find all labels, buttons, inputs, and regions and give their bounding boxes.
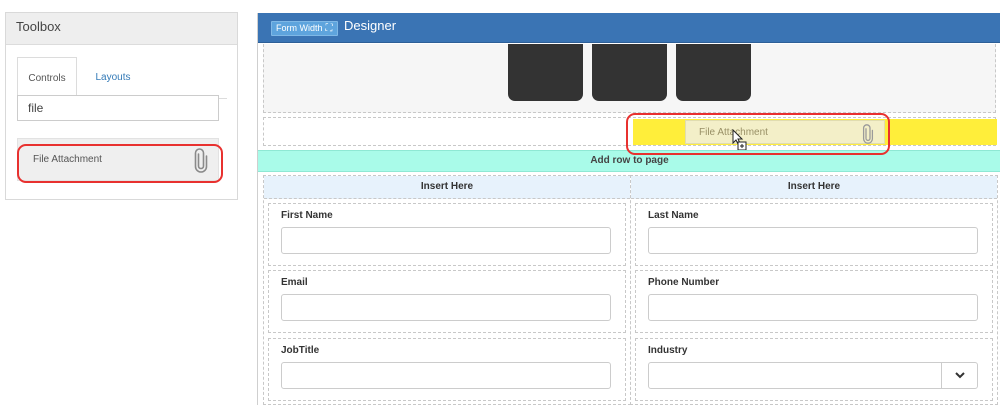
canvas-row-drop-target[interactable]: File Attachment bbox=[263, 117, 997, 146]
field-label: Industry bbox=[648, 345, 688, 356]
form-column-right: Insert Here Last Name Phone Number Indus… bbox=[630, 175, 998, 405]
canvas-row-images[interactable] bbox=[263, 44, 996, 113]
drag-ghost-file-attachment[interactable]: File Attachment bbox=[685, 120, 885, 144]
designer-header: Form Width ⛶ Designer bbox=[258, 13, 1000, 43]
industry-select[interactable] bbox=[648, 362, 978, 389]
field-industry[interactable]: Industry bbox=[635, 338, 993, 401]
field-email[interactable]: Email bbox=[268, 270, 626, 333]
chevron-down-icon bbox=[954, 372, 965, 379]
image-block[interactable] bbox=[592, 44, 667, 101]
toolbox-tabs: Controls Layouts bbox=[17, 57, 227, 99]
designer-title: Designer bbox=[344, 18, 397, 33]
field-label: First Name bbox=[281, 210, 333, 221]
toolbox-search-input[interactable] bbox=[17, 95, 219, 121]
toolbox-item-file-attachment[interactable]: File Attachment bbox=[17, 138, 219, 181]
insert-here-header[interactable]: Insert Here bbox=[264, 176, 630, 199]
toolbox-title: Toolbox bbox=[6, 13, 237, 45]
tab-controls[interactable]: Controls bbox=[17, 57, 77, 99]
expand-icon: ⛶ bbox=[325, 23, 333, 34]
job-title-input[interactable] bbox=[281, 362, 611, 389]
field-job-title[interactable]: JobTitle bbox=[268, 338, 626, 401]
field-label: Email bbox=[281, 277, 308, 288]
field-first-name[interactable]: First Name bbox=[268, 203, 626, 266]
field-label: Last Name bbox=[648, 210, 699, 221]
paperclip-icon bbox=[194, 148, 208, 173]
first-name-input[interactable] bbox=[281, 227, 611, 254]
form-width-label: Form Width bbox=[276, 23, 323, 33]
field-last-name[interactable]: Last Name bbox=[635, 203, 993, 266]
designer-panel: Form Width ⛶ Designer File Attachment Add… bbox=[257, 13, 1000, 405]
image-block[interactable] bbox=[676, 44, 751, 101]
image-block[interactable] bbox=[508, 44, 583, 101]
select-arrow[interactable] bbox=[941, 363, 977, 388]
insert-here-header[interactable]: Insert Here bbox=[631, 176, 997, 199]
add-row-bar[interactable]: Add row to page bbox=[258, 150, 1000, 172]
phone-number-input[interactable] bbox=[648, 294, 978, 321]
toolbox-item-label: File Attachment bbox=[33, 154, 102, 165]
field-phone-number[interactable]: Phone Number bbox=[635, 270, 993, 333]
email-input[interactable] bbox=[281, 294, 611, 321]
last-name-input[interactable] bbox=[648, 227, 978, 254]
drag-cursor-icon bbox=[732, 129, 747, 151]
tab-layouts[interactable]: Layouts bbox=[83, 57, 143, 99]
field-label: JobTitle bbox=[281, 345, 320, 356]
form-column-left: Insert Here First Name Email JobTitle bbox=[263, 175, 631, 405]
paperclip-icon bbox=[862, 124, 874, 144]
field-label: Phone Number bbox=[648, 277, 720, 288]
form-width-button[interactable]: Form Width ⛶ bbox=[271, 21, 338, 36]
